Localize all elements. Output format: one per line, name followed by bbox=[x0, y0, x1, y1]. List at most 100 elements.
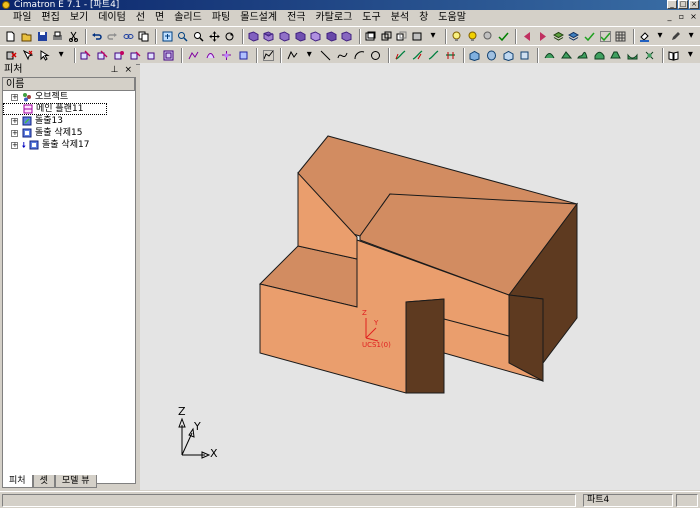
book-icon[interactable] bbox=[667, 48, 682, 63]
solid-tool-2-icon[interactable] bbox=[484, 48, 499, 63]
layers-icon[interactable] bbox=[567, 29, 581, 44]
dropdown-arrow-icon[interactable]: ▾ bbox=[653, 29, 667, 44]
status-resize-grip[interactable] bbox=[676, 494, 698, 507]
menu-file[interactable]: 파일 bbox=[8, 11, 36, 25]
spline-icon[interactable] bbox=[335, 48, 350, 63]
view-left-icon[interactable] bbox=[309, 29, 323, 44]
surface-tool-1-icon[interactable] bbox=[542, 48, 557, 63]
solid-tool-1-icon[interactable] bbox=[468, 48, 483, 63]
tree-node-extrude13[interactable]: + 돌출13 bbox=[3, 115, 135, 127]
select-all-icon[interactable] bbox=[598, 29, 612, 44]
mdi-close-button[interactable]: × bbox=[689, 12, 698, 21]
view-top-icon[interactable] bbox=[262, 29, 276, 44]
expand-toggle[interactable]: + bbox=[11, 93, 18, 101]
menu-tools[interactable]: 도구 bbox=[357, 11, 385, 25]
blank-icon[interactable] bbox=[481, 29, 495, 44]
feature-tool-3-icon[interactable] bbox=[112, 48, 127, 63]
link-icon[interactable] bbox=[121, 29, 135, 44]
feature-tool-5-icon[interactable] bbox=[145, 48, 160, 63]
menu-mold-design[interactable]: 몰드설계 bbox=[235, 11, 282, 25]
tree-node-main-plane[interactable]: 메인 플랜11 bbox=[3, 103, 107, 115]
cut-icon[interactable] bbox=[66, 29, 80, 44]
tab-model-view[interactable]: 모델 뷰 bbox=[54, 475, 97, 488]
tab-set[interactable]: 셋 bbox=[32, 475, 55, 488]
cancel-selection-icon[interactable] bbox=[21, 48, 36, 63]
circle-icon[interactable] bbox=[369, 48, 384, 63]
menu-electrode[interactable]: 전극 bbox=[282, 11, 310, 25]
expand-toggle[interactable]: + bbox=[11, 117, 18, 125]
curve-tool-3-icon[interactable] bbox=[426, 48, 441, 63]
dropdown-arrow-icon[interactable]: ▾ bbox=[684, 29, 698, 44]
menu-view[interactable]: 보기 bbox=[65, 11, 93, 25]
line-icon[interactable] bbox=[319, 48, 334, 63]
polyline-icon[interactable] bbox=[285, 48, 300, 63]
solid-tool-4-icon[interactable] bbox=[518, 48, 533, 63]
close-button[interactable]: × bbox=[689, 0, 699, 9]
graphics-viewport[interactable]: Z Y UCS1(0) Z Y X bbox=[140, 63, 700, 490]
feature-tool-6-icon[interactable] bbox=[162, 48, 177, 63]
dropdown-arrow-icon[interactable]: ▾ bbox=[302, 48, 317, 63]
surface-tool-7-icon[interactable] bbox=[642, 48, 657, 63]
light-bulb-icon[interactable] bbox=[450, 29, 464, 44]
mdi-restore-button[interactable]: ▫ bbox=[677, 12, 686, 21]
analyze-tool-2-icon[interactable] bbox=[203, 48, 218, 63]
stack-icon[interactable] bbox=[552, 29, 566, 44]
dropdown-arrow-icon[interactable]: ▾ bbox=[683, 48, 698, 63]
column-header-name[interactable]: 이름 bbox=[3, 78, 135, 91]
dropdown-arrow-icon[interactable]: ▾ bbox=[54, 48, 69, 63]
save-icon[interactable] bbox=[35, 29, 49, 44]
select-pointer-icon[interactable] bbox=[37, 48, 52, 63]
menu-datum[interactable]: 데이텀 bbox=[93, 11, 131, 25]
delete-icon[interactable] bbox=[4, 48, 19, 63]
menu-catalog[interactable]: 카탈로그 bbox=[310, 11, 357, 25]
display-mode-icon[interactable] bbox=[411, 29, 425, 44]
analyze-tool-1-icon[interactable] bbox=[186, 48, 201, 63]
wireframe-icon[interactable] bbox=[379, 29, 393, 44]
view-front-icon[interactable] bbox=[278, 29, 292, 44]
view-right-icon[interactable] bbox=[293, 29, 307, 44]
panel-close-icon[interactable]: × bbox=[124, 63, 132, 77]
sketch-icon[interactable] bbox=[261, 48, 276, 63]
tree-node-object[interactable]: + 오브젝트 bbox=[3, 91, 135, 103]
maximize-button[interactable]: □ bbox=[678, 0, 688, 9]
surface-tool-3-icon[interactable] bbox=[575, 48, 590, 63]
solid-part[interactable] bbox=[259, 135, 578, 394]
arrow-left-icon[interactable] bbox=[520, 29, 534, 44]
new-file-icon[interactable] bbox=[4, 29, 18, 44]
view-fit-icon[interactable] bbox=[160, 29, 174, 44]
shading-icon[interactable] bbox=[364, 29, 378, 44]
menu-window[interactable]: 창 bbox=[414, 11, 433, 25]
feature-tool-2-icon[interactable] bbox=[95, 48, 110, 63]
curve-tool-2-icon[interactable] bbox=[410, 48, 425, 63]
feature-tool-4-icon[interactable] bbox=[128, 48, 143, 63]
analyze-tool-3-icon[interactable] bbox=[220, 48, 235, 63]
surface-tool-5-icon[interactable] bbox=[609, 48, 624, 63]
menu-surface[interactable]: 면 bbox=[150, 11, 169, 25]
view-back-icon[interactable] bbox=[340, 29, 354, 44]
menu-edit[interactable]: 편집 bbox=[36, 11, 64, 25]
arc-icon[interactable] bbox=[352, 48, 367, 63]
analyze-tool-4-icon[interactable] bbox=[236, 48, 251, 63]
color-fill-icon[interactable] bbox=[638, 29, 652, 44]
solid-tool-3-icon[interactable] bbox=[501, 48, 516, 63]
pan-icon[interactable] bbox=[207, 29, 221, 44]
arrow-right-icon[interactable] bbox=[536, 29, 550, 44]
view-iso-icon[interactable] bbox=[247, 29, 261, 44]
mdi-minimize-button[interactable]: _ bbox=[665, 12, 674, 21]
open-file-icon[interactable] bbox=[20, 29, 34, 44]
pen-icon[interactable] bbox=[669, 29, 683, 44]
minimize-button[interactable]: _ bbox=[667, 0, 677, 9]
rotate-icon[interactable] bbox=[223, 29, 237, 44]
pin-icon[interactable]: ⊥ bbox=[111, 63, 119, 77]
copy-icon[interactable] bbox=[137, 29, 151, 44]
filter-icon[interactable] bbox=[583, 29, 597, 44]
tree-node-extrude-cut15[interactable]: + 돌출 삭제15 bbox=[3, 127, 135, 139]
curve-tool-4-icon[interactable] bbox=[443, 48, 458, 63]
show-icon[interactable] bbox=[497, 29, 511, 44]
tab-feature[interactable]: 피처 bbox=[2, 475, 33, 488]
tree-node-extrude-cut17[interactable]: + 돌출 삭제17 bbox=[3, 139, 135, 151]
surface-tool-4-icon[interactable] bbox=[592, 48, 607, 63]
surface-tool-2-icon[interactable] bbox=[559, 48, 574, 63]
menu-analysis[interactable]: 분석 bbox=[386, 11, 414, 25]
model-canvas[interactable]: Z Y UCS1(0) Z Y X bbox=[140, 63, 700, 490]
